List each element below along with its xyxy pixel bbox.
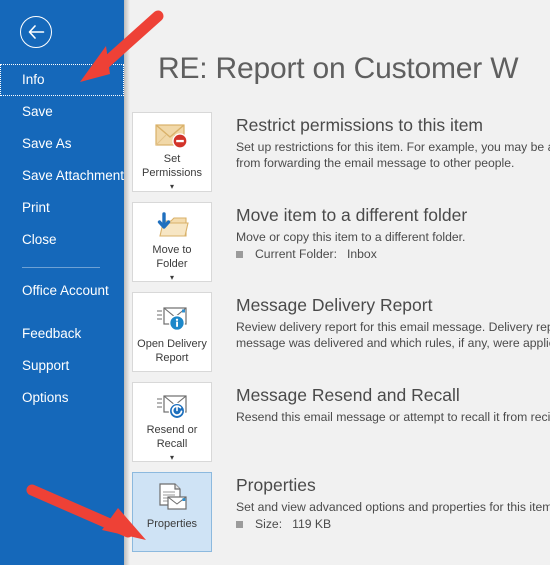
current-folder-meta: Current Folder: Inbox [236, 247, 467, 261]
open-delivery-report-button[interactable]: Open Delivery Report [132, 292, 212, 372]
section-text: Properties Set and view advanced options… [236, 472, 550, 531]
move-to-folder-button[interactable]: Move to Folder ▾ [132, 202, 212, 282]
button-label: Properties [146, 518, 198, 530]
button-label: Set Permissions [142, 153, 202, 179]
section-description-line1: Move or copy this item to a different fo… [236, 230, 466, 244]
section-title: Properties [236, 475, 316, 495]
section-description-line1: Resend this email message or attempt to … [236, 410, 550, 424]
section-description-line1: Set and view advanced options and proper… [236, 500, 550, 514]
sidebar-item-save-attachments[interactable]: Save Attachments [0, 160, 124, 192]
section-restrict-permissions: Set Permissions ▾ Restrict permissions t… [132, 112, 550, 202]
size-meta: Size: 119 KB [236, 517, 550, 531]
sidebar-item-label: Save [22, 104, 53, 119]
section-text: Message Resend and Recall Resend this em… [236, 382, 550, 425]
resend-or-recall-button[interactable]: Resend or Recall ▾ [132, 382, 212, 462]
section-properties: Properties Properties Set and view advan… [132, 472, 550, 562]
section-message-delivery-report: Open Delivery Report Message Delivery Re… [132, 292, 550, 382]
back-arrow-icon [28, 25, 44, 39]
back-button[interactable] [20, 16, 52, 48]
meta-value: Inbox [346, 247, 377, 261]
chevron-down-icon[interactable]: ▾ [170, 451, 174, 465]
section-description-line1: Set up restrictions for this item. For e… [236, 140, 550, 154]
meta-label: Size: [255, 517, 283, 531]
sidebar-item-label: Options [22, 390, 69, 405]
resend-recall-icon [154, 392, 190, 420]
sidebar-item-close[interactable]: Close [0, 224, 124, 256]
section-title: Message Delivery Report [236, 295, 433, 315]
move-to-folder-icon [154, 212, 190, 240]
sidebar-item-label: Support [22, 358, 70, 373]
chevron-down-icon[interactable]: ▾ [170, 271, 174, 285]
sidebar-item-label: Info [22, 72, 45, 87]
sidebar-item-print[interactable]: Print [0, 192, 124, 224]
section-description-line2: message was delivered and which rules, i… [236, 336, 550, 350]
sidebar-item-save[interactable]: Save [0, 96, 124, 128]
backstage-sidebar: Info Save Save As Save Attachments Print… [0, 0, 124, 565]
properties-button[interactable]: Properties [132, 472, 212, 552]
sidebar-item-office-account[interactable]: Office Account [0, 280, 124, 318]
sidebar-item-label: Feedback [22, 326, 82, 341]
section-move-item: Move to Folder ▾ Move item to a differen… [132, 202, 550, 292]
section-description-line1: Review delivery report for this email me… [236, 320, 550, 334]
set-permissions-button[interactable]: Set Permissions ▾ [132, 112, 212, 192]
sidebar-item-support[interactable]: Support [0, 350, 124, 382]
sidebar-item-info[interactable]: Info [0, 64, 124, 96]
chevron-down-icon[interactable]: ▾ [170, 180, 174, 194]
info-sections: Set Permissions ▾ Restrict permissions t… [132, 112, 550, 562]
section-text: Message Delivery Report Review delivery … [236, 292, 550, 351]
section-title: Move item to a different folder [236, 205, 468, 225]
button-label: Resend or Recall [146, 424, 198, 450]
square-bullet-icon [236, 250, 243, 258]
backstage-view: Info Save Save As Save Attachments Print… [0, 0, 550, 565]
section-text: Move item to a different folder Move or … [236, 202, 467, 261]
sidebar-item-feedback[interactable]: Feedback [0, 318, 124, 350]
section-title: Restrict permissions to this item [236, 115, 484, 135]
backstage-main-pane: RE: Report on Customer W Set Permissions… [124, 0, 550, 565]
sidebar-item-save-as[interactable]: Save As [0, 128, 124, 160]
section-description-line2: from forwarding the email message to oth… [236, 156, 515, 170]
sidebar-divider [22, 267, 100, 268]
button-label: Move to Folder [152, 244, 192, 270]
envelope-restricted-icon [154, 122, 190, 149]
meta-value: 119 KB [292, 517, 332, 531]
button-label: Open Delivery Report [137, 338, 207, 364]
sidebar-item-label: Print [22, 200, 50, 215]
square-bullet-icon [236, 520, 243, 528]
section-title: Message Resend and Recall [236, 385, 460, 405]
meta-label: Current Folder: [255, 247, 337, 261]
section-message-resend-recall: Resend or Recall ▾ Message Resend and Re… [132, 382, 550, 472]
sidebar-item-label: Save Attachments [22, 168, 124, 183]
sidebar-item-label: Save As [22, 136, 72, 151]
sidebar-item-options[interactable]: Options [0, 382, 124, 414]
section-text: Restrict permissions to this item Set up… [236, 112, 550, 171]
properties-document-icon [155, 482, 189, 514]
sidebar-item-label: Office Account [22, 283, 109, 298]
page-title: RE: Report on Customer W [158, 52, 519, 85]
delivery-report-icon [154, 302, 190, 334]
sidebar-nav: Info Save Save As Save Attachments Print… [0, 64, 124, 414]
sidebar-item-label: Close [22, 232, 57, 247]
